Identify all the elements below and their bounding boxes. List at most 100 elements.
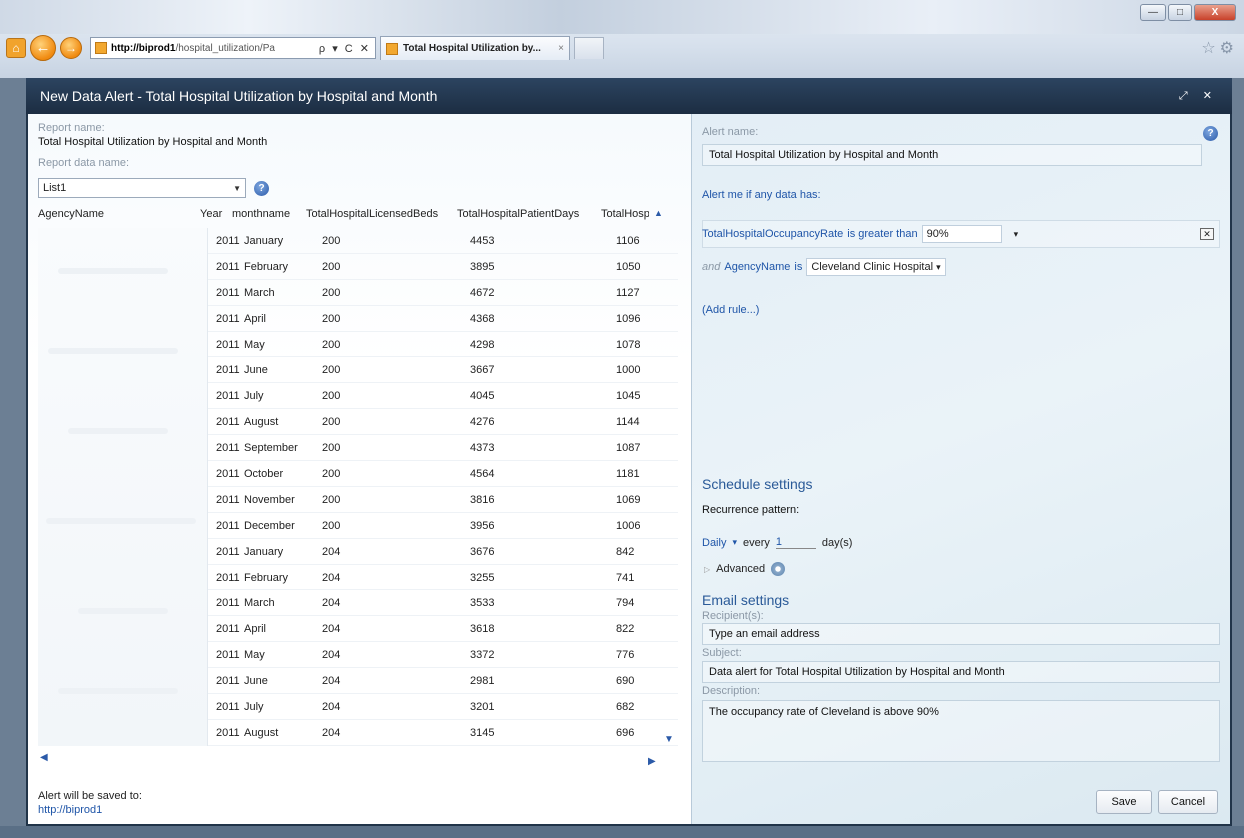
- cell-year: 2011: [216, 416, 240, 429]
- browser-tab-active[interactable]: Total Hospital Utilization by... ×: [380, 36, 570, 60]
- save-button[interactable]: Save: [1096, 790, 1152, 814]
- scroll-right-icon[interactable]: ▶: [648, 756, 656, 767]
- alert-condition-label: Alert me if any data has:: [702, 189, 821, 201]
- address-tools[interactable]: ρ ▾ C ✕: [319, 42, 371, 55]
- cell-total: 1144: [616, 416, 640, 429]
- cell-year: 2011: [216, 260, 240, 273]
- cell-patient-days: 4672: [470, 286, 495, 299]
- favorites-settings-icons[interactable]: ☆⚙: [1201, 38, 1238, 58]
- cell-total: 1106: [616, 235, 640, 247]
- report-name-label: Report name:: [38, 122, 105, 134]
- help-icon[interactable]: ?: [254, 181, 269, 196]
- cell-total: 794: [616, 597, 635, 610]
- rule-2-value-select[interactable]: Cleveland Clinic Hospital ▾: [806, 258, 946, 276]
- browser-chrome: — □ X ⌂ ← → http://biprod1/hospital_util…: [0, 0, 1244, 78]
- new-tab-button[interactable]: [574, 37, 604, 59]
- description-input[interactable]: The occupancy rate of Cleveland is above…: [702, 700, 1220, 762]
- subject-input[interactable]: Data alert for Total Hospital Utilizatio…: [702, 661, 1220, 683]
- alert-saved-label: Alert will be saved to:: [38, 790, 142, 802]
- cell-total: 842: [616, 545, 635, 558]
- cell-beds: 204: [322, 597, 341, 610]
- rule-2-operator[interactable]: is: [794, 261, 802, 273]
- forward-button[interactable]: →: [60, 37, 82, 59]
- add-rule-link[interactable]: (Add rule...): [702, 304, 759, 316]
- minimize-button[interactable]: —: [1140, 4, 1166, 21]
- delete-rule-icon[interactable]: ✕: [1200, 228, 1214, 240]
- rule-2: and AgencyName is Cleveland Clinic Hospi…: [702, 254, 1220, 280]
- cell-month: March: [244, 286, 275, 299]
- recurrence-row: Daily ▾ every 1 day(s): [702, 536, 852, 549]
- cell-patient-days: 3895: [470, 260, 495, 273]
- cell-total: 1050: [616, 260, 641, 273]
- rule-1-value-input[interactable]: 90%: [921, 225, 1002, 243]
- scroll-left-icon[interactable]: ◀: [40, 752, 48, 763]
- dialog-window-controls[interactable]: ⤢ ✕: [1179, 89, 1218, 103]
- blurred-agency: [58, 268, 168, 274]
- cell-patient-days: 3667: [470, 364, 495, 377]
- rule-1: TotalHospitalOccupancyRate is greater th…: [702, 221, 1220, 247]
- report-data-pane: Report name: Total Hospital Utilization …: [28, 114, 692, 824]
- cell-month: August: [244, 416, 279, 429]
- alert-saved-link[interactable]: http://biprod1: [38, 804, 102, 816]
- chevron-down-icon[interactable]: ▾: [732, 537, 737, 548]
- recurrence-select[interactable]: Daily: [702, 537, 726, 549]
- maximize-button[interactable]: □: [1168, 4, 1192, 21]
- table-row: 2011 July 200 4045 1045: [208, 383, 678, 410]
- cell-month: November: [244, 493, 295, 506]
- expand-icon: ▷: [704, 564, 711, 574]
- cell-total: 696: [616, 726, 635, 739]
- cell-patient-days: 3956: [470, 519, 495, 532]
- cell-beds: 204: [322, 623, 341, 636]
- table-row: 2011 February 200 3895 1050: [208, 254, 678, 280]
- table-row: 2011 March 204 3533 794: [208, 590, 678, 617]
- rule-1-operator[interactable]: is greater than: [847, 228, 917, 240]
- table-row: 2011 May 200 4298 1078: [208, 332, 678, 358]
- address-url[interactable]: http://biprod1/hospital_utilization/Pa: [111, 43, 315, 54]
- address-bar[interactable]: http://biprod1/hospital_utilization/Pa ρ…: [90, 37, 376, 59]
- cell-beds: 200: [322, 235, 341, 247]
- scroll-up-icon[interactable]: ▲: [654, 208, 663, 218]
- navigation-bar: ⌂ ← → http://biprod1/hospital_utilizatio…: [6, 34, 604, 62]
- help-icon[interactable]: ?: [1203, 126, 1218, 141]
- cell-beds: 200: [322, 442, 341, 455]
- close-window-button[interactable]: X: [1194, 4, 1236, 21]
- cell-month: June: [244, 675, 268, 688]
- tab-close-icon[interactable]: ×: [558, 43, 564, 54]
- scroll-down-icon[interactable]: ▼: [664, 734, 674, 745]
- table-row: 2011 August 200 4276 1144: [208, 409, 678, 436]
- cell-patient-days: 3255: [470, 571, 495, 584]
- window-controls: — □ X: [1140, 4, 1236, 21]
- advanced-toggle[interactable]: ▷ Advanced: [704, 562, 786, 576]
- cell-total: 822: [616, 623, 635, 636]
- rule-1-field[interactable]: TotalHospitalOccupancyRate: [702, 228, 843, 240]
- cell-patient-days: 3533: [470, 597, 495, 610]
- subject-label: Subject:: [702, 647, 742, 659]
- rule-2-field[interactable]: AgencyName: [724, 261, 790, 273]
- cell-patient-days: 3201: [470, 701, 495, 714]
- back-button[interactable]: ←: [30, 35, 56, 61]
- blurred-agency: [78, 608, 168, 614]
- report-name-value: Total Hospital Utilization by Hospital a…: [38, 136, 268, 148]
- table-row: 2011 December 200 3956 1006: [208, 513, 678, 539]
- table-row: 2011 June 204 2981 690: [208, 668, 678, 695]
- cell-year: 2011: [216, 493, 240, 506]
- cell-month: May: [244, 649, 265, 662]
- cancel-button[interactable]: Cancel: [1158, 790, 1218, 814]
- recipients-input[interactable]: Type an email address: [702, 623, 1220, 645]
- every-input[interactable]: 1: [775, 536, 816, 549]
- recipients-label: Recipient(s):: [702, 610, 764, 622]
- alert-name-input[interactable]: Total Hospital Utilization by Hospital a…: [702, 144, 1202, 166]
- cell-beds: 200: [322, 416, 341, 429]
- cell-beds: 200: [322, 364, 341, 377]
- rule-1-dropdown-icon[interactable]: ▾: [1014, 229, 1019, 240]
- cell-patient-days: 4564: [470, 468, 495, 481]
- col-header-agency: AgencyName: [38, 208, 105, 220]
- cell-total: 1127: [616, 286, 640, 299]
- cell-month: July: [244, 390, 264, 403]
- home-icon[interactable]: ⌂: [6, 38, 26, 58]
- cell-total: 1078: [616, 338, 641, 351]
- cell-month: August: [244, 726, 279, 739]
- schedule-settings-title: Schedule settings: [702, 476, 813, 492]
- report-data-select[interactable]: List1 ▼: [38, 178, 246, 198]
- cell-patient-days: 3816: [470, 493, 495, 506]
